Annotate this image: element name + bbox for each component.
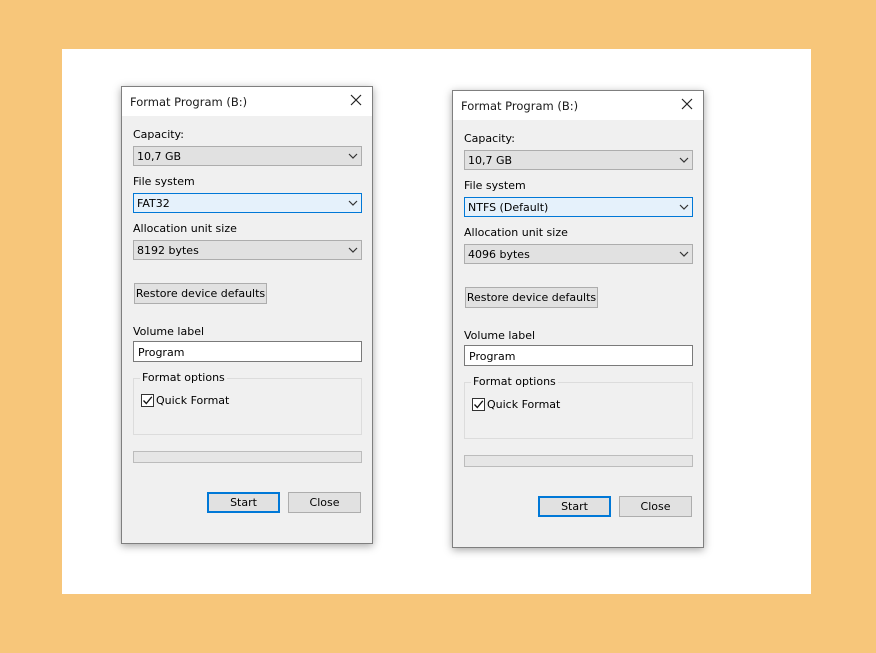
file-system-value: NTFS (Default) xyxy=(468,201,549,214)
volume-label-label: Volume label xyxy=(133,325,205,338)
quick-format-label: Quick Format xyxy=(487,398,561,411)
title-bar: Format Program (B:) xyxy=(122,87,372,116)
format-options-group: Format options Quick Format xyxy=(464,375,693,439)
close-button[interactable]: Close xyxy=(619,496,692,517)
allocation-unit-size-value: 4096 bytes xyxy=(468,248,530,261)
format-options-legend: Format options xyxy=(140,371,227,384)
format-dialog-ntfs: Format Program (B:) Capacity: 10,7 GB Fi… xyxy=(452,90,704,548)
volume-label-label: Volume label xyxy=(464,329,536,342)
volume-label-input[interactable]: Program xyxy=(464,345,693,366)
checkmark-icon xyxy=(474,400,484,409)
format-dialog-fat32: Format Program (B:) Capacity: 10,7 GB Fi… xyxy=(121,86,373,544)
close-button[interactable]: Close xyxy=(288,492,361,513)
capacity-label: Capacity: xyxy=(133,128,184,141)
chevron-down-icon xyxy=(348,153,358,159)
title-bar: Format Program (B:) xyxy=(453,91,703,120)
chevron-down-icon xyxy=(679,204,689,210)
capacity-select[interactable]: 10,7 GB xyxy=(133,146,362,166)
allocation-unit-size-select[interactable]: 4096 bytes xyxy=(464,244,693,264)
quick-format-checkbox[interactable] xyxy=(141,394,154,407)
checkmark-icon xyxy=(143,396,153,405)
format-options-group: Format options Quick Format xyxy=(133,371,362,435)
capacity-label: Capacity: xyxy=(464,132,515,145)
dialog-title: Format Program (B:) xyxy=(461,99,579,113)
capacity-value: 10,7 GB xyxy=(137,150,182,163)
chevron-down-icon xyxy=(679,251,689,257)
allocation-unit-size-select[interactable]: 8192 bytes xyxy=(133,240,362,260)
chevron-down-icon xyxy=(348,247,358,253)
file-system-select[interactable]: FAT32 xyxy=(133,193,362,213)
volume-label-value: Program xyxy=(138,346,185,359)
restore-defaults-button[interactable]: Restore device defaults xyxy=(134,283,267,304)
close-icon[interactable] xyxy=(348,92,364,108)
chevron-down-icon xyxy=(348,200,358,206)
format-options-legend: Format options xyxy=(471,375,558,388)
start-button[interactable]: Start xyxy=(538,496,611,517)
capacity-select[interactable]: 10,7 GB xyxy=(464,150,693,170)
format-progress-bar xyxy=(464,455,693,467)
restore-defaults-button[interactable]: Restore device defaults xyxy=(465,287,598,308)
format-progress-bar xyxy=(133,451,362,463)
file-system-value: FAT32 xyxy=(137,197,170,210)
allocation-unit-size-label: Allocation unit size xyxy=(464,226,568,239)
file-system-select[interactable]: NTFS (Default) xyxy=(464,197,693,217)
volume-label-value: Program xyxy=(469,350,516,363)
start-button[interactable]: Start xyxy=(207,492,280,513)
volume-label-input[interactable]: Program xyxy=(133,341,362,362)
capacity-value: 10,7 GB xyxy=(468,154,513,167)
file-system-label: File system xyxy=(464,179,526,192)
dialog-title: Format Program (B:) xyxy=(130,95,248,109)
chevron-down-icon xyxy=(679,157,689,163)
allocation-unit-size-value: 8192 bytes xyxy=(137,244,199,257)
close-icon[interactable] xyxy=(679,96,695,112)
allocation-unit-size-label: Allocation unit size xyxy=(133,222,237,235)
file-system-label: File system xyxy=(133,175,195,188)
quick-format-label: Quick Format xyxy=(156,394,230,407)
quick-format-checkbox[interactable] xyxy=(472,398,485,411)
